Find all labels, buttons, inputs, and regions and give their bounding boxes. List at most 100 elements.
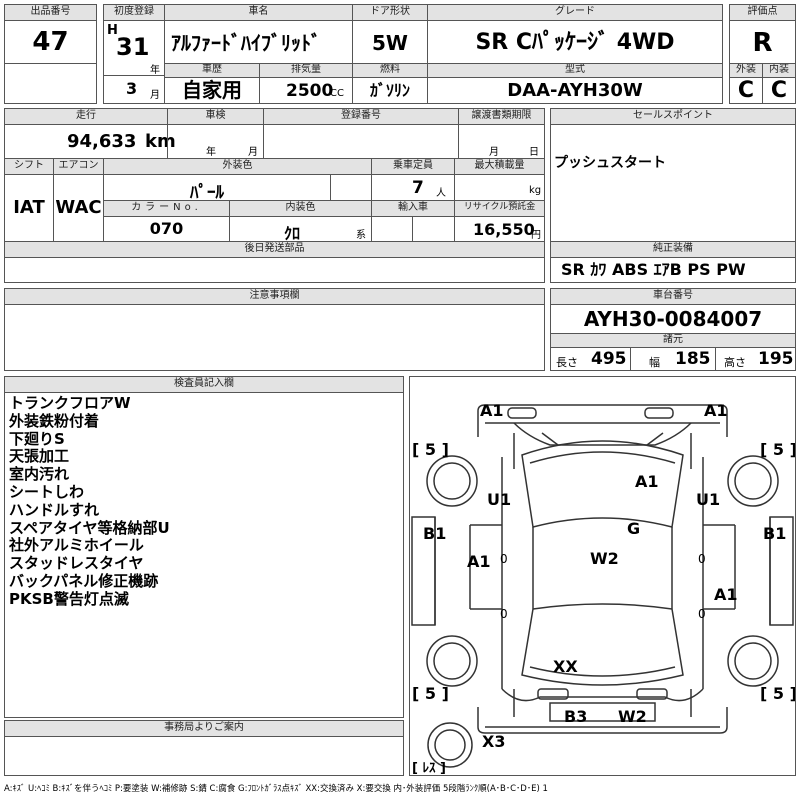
lot-blank	[4, 63, 97, 104]
max-load-unit: kg	[529, 185, 542, 196]
mark-zero: 0	[698, 552, 706, 566]
inspector-note: スペアタイヤ等格納部U	[9, 518, 170, 537]
inspector-note: 社外アルミホイール	[9, 536, 144, 555]
damage-rear-b3: B3	[564, 707, 588, 726]
rating-label: 評価点	[729, 4, 796, 21]
displacement-value: 2500	[286, 81, 334, 101]
max-load: kg	[454, 174, 545, 201]
year-unit: 年	[150, 65, 160, 76]
transfer-deadline: 月 日	[458, 124, 545, 159]
capacity-unit: 人	[436, 188, 446, 199]
damage-fender-right: U1	[696, 490, 721, 509]
model-name-label: 車名	[164, 4, 353, 21]
sales-point-text: プッシュスタート	[554, 155, 666, 171]
mark-zero: 0	[698, 607, 706, 621]
recycle-value: 16,550	[473, 220, 535, 239]
inspector-label: 検査員記入欄	[4, 376, 404, 393]
inspector-note: PKSB警告灯点滅	[9, 589, 129, 608]
history-label: 車歴	[164, 63, 260, 78]
damage-front-bumper-left: A1	[480, 401, 504, 420]
ext-color-label: 外装色	[103, 158, 372, 175]
int-color: ｸﾛ 系	[229, 216, 372, 243]
shift: IAT	[4, 174, 54, 242]
ext-color-extra	[330, 174, 372, 201]
int-color-unit: 系	[356, 230, 366, 241]
ext-color: ﾊﾟｰﾙ	[103, 174, 331, 203]
damage-door-left: A1	[467, 552, 491, 571]
inspector-note: ハンドルすれ	[9, 500, 100, 519]
import-a	[371, 216, 413, 242]
max-load-label: 最大積載量	[454, 158, 545, 175]
caution-box	[4, 304, 545, 371]
fuel: ｶﾞｿﾘﾝ	[352, 77, 428, 104]
doors: 5W	[352, 20, 428, 64]
first-reg-month: 3 月	[103, 75, 165, 104]
damage-fender-left: U1	[487, 490, 512, 509]
mark-zero: 0	[500, 552, 508, 566]
interior-grade-label: 内装	[762, 63, 796, 78]
exterior-grade: C	[729, 77, 763, 104]
tread-front-left: [ 5 ]	[412, 440, 449, 459]
inspector-note: 外装鉄粉付着	[9, 411, 100, 430]
sales-point: プッシュスタート	[550, 124, 796, 258]
import-label: 輸入車	[371, 200, 455, 217]
damage-sill-right: B1	[763, 524, 787, 543]
displacement-label: 排気量	[259, 63, 353, 78]
damage-rear-glass: XX	[553, 657, 578, 676]
inspector-note: スタッドレスタイヤ	[9, 554, 144, 573]
mileage-label: 走行	[4, 108, 168, 125]
reg-number-label: 登録番号	[263, 108, 459, 125]
model-code-label: 型式	[427, 63, 723, 78]
height-value: 195	[758, 349, 794, 369]
month-unit: 月	[150, 90, 160, 101]
damage-roof: W2	[590, 549, 619, 568]
length-label: 長さ	[556, 356, 578, 369]
grade-label: グレード	[427, 4, 723, 21]
chassis-number: AYH30-0084007	[550, 304, 796, 334]
damage-door-right: A1	[714, 585, 738, 604]
fuel-label: 燃料	[352, 63, 428, 78]
int-color-label: 内装色	[229, 200, 372, 217]
damage-glass: G	[627, 519, 641, 538]
mileage-value: 94,633	[67, 131, 137, 152]
office-label: 事務局よりご案内	[4, 720, 404, 737]
interior-grade: C	[762, 77, 796, 104]
import-b	[412, 216, 455, 242]
spec-height: 高さ 195	[715, 347, 796, 371]
inspector-note: バックパネル修正機跡	[9, 571, 159, 590]
transfer-deadline-label: 譲渡書類期限	[458, 108, 545, 125]
first-reg-label: 初度登録	[103, 4, 165, 21]
inspector-note: 室内汚れ	[9, 465, 70, 484]
damage-rear-x3: X3	[482, 732, 506, 751]
later-parts	[4, 257, 545, 283]
caution-label: 注意事項欄	[4, 288, 545, 305]
width-value: 185	[675, 349, 711, 369]
factory-equipment: SR ｶﾜ ABS ｴｱB PS PW	[550, 257, 796, 283]
aircon-label: エアコン	[53, 158, 104, 175]
damage-roof-front: A1	[635, 472, 659, 491]
tread-front-right: [ 5 ]	[760, 440, 796, 459]
shift-label: シフト	[4, 158, 54, 175]
model-name: ｱﾙﾌｧｰﾄﾞﾊｲﾌﾞﾘｯﾄﾞ	[164, 20, 353, 64]
spare-tire-status: [ ﾚｽ ]	[412, 761, 446, 776]
specs-label: 諸元	[550, 333, 796, 348]
lot-number: 47	[4, 20, 97, 64]
legend: A:ｷｽﾞ U:ﾍｺﾐ B:ｷｽﾞを伴うﾍｺﾐ P:要塗装 W:補修跡 S:錆 …	[4, 784, 548, 794]
inspection-month-unit: 月	[248, 147, 258, 158]
damage-front-bumper-right: A1	[704, 401, 728, 420]
damage-rear-w2: W2	[618, 707, 647, 726]
damage-sill-left: B1	[423, 524, 447, 543]
deadline-month-unit: 月	[489, 147, 499, 158]
recycle-label: リサイクル預託金	[454, 200, 545, 217]
deadline-day-unit: 日	[529, 147, 539, 158]
mark-zero: 0	[500, 607, 508, 621]
capacity-value: 7	[412, 178, 424, 198]
doors-label: ドア形状	[352, 4, 428, 21]
aircon: WAC	[53, 174, 104, 242]
grade: SR Cﾊﾟｯｹｰｼﾞ 4WD	[427, 20, 723, 64]
width-label: 幅	[649, 356, 660, 369]
displacement: 2500 CC	[259, 77, 353, 104]
reg-month: 3	[126, 79, 138, 98]
displacement-unit: CC	[330, 88, 344, 99]
inspector-notes: トランクフロアW 外装鉄粉付着 下廻りS 天張加工 室内汚れ シートしわ ハンド…	[4, 392, 404, 718]
